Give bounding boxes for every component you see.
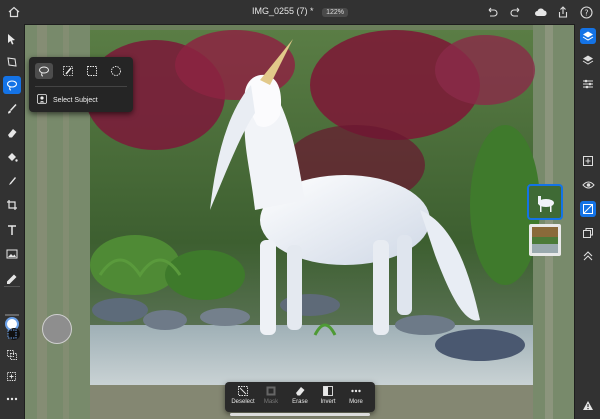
lasso-select-icon[interactable]: [35, 63, 53, 79]
select-subject-button[interactable]: Select Subject: [37, 93, 98, 107]
svg-text:?: ?: [584, 8, 588, 17]
layers-icon[interactable]: [580, 28, 596, 44]
selection-flyout: Select Subject: [29, 57, 133, 112]
fill-tool-icon[interactable]: [3, 148, 21, 166]
intersect-selection-icon[interactable]: [3, 368, 21, 386]
brush-size-slider-track[interactable]: [5, 314, 19, 316]
ellipse-select-icon[interactable]: [107, 63, 125, 79]
place-image-tool-icon[interactable]: [3, 245, 21, 263]
cloud-icon[interactable]: [533, 4, 549, 20]
home-indicator[interactable]: [230, 413, 370, 416]
more-label: More: [349, 399, 363, 405]
transform-tool-icon[interactable]: [3, 53, 21, 71]
adjustments-icon[interactable]: [580, 76, 596, 92]
left-toolbar: [0, 24, 25, 419]
task-bar: Deselect Mask Erase Invert More: [225, 382, 375, 412]
layer-thumbnail-unicorn[interactable]: [527, 184, 563, 220]
mask-button[interactable]: Mask: [257, 385, 285, 411]
mask-label: Mask: [263, 399, 279, 405]
invert-icon: [323, 386, 333, 396]
eraser-tool-icon[interactable]: [3, 124, 21, 142]
layer-thumbnail-forest[interactable]: [529, 224, 561, 256]
merge-icon[interactable]: [580, 249, 596, 265]
deselect-icon: [238, 386, 248, 396]
erase-button[interactable]: Erase: [286, 385, 314, 411]
redo-icon[interactable]: [508, 4, 524, 20]
marquee-select-icon[interactable]: [83, 63, 101, 79]
undo-icon[interactable]: [484, 4, 500, 20]
invert-label: Invert: [320, 399, 336, 405]
brush-size-knob[interactable]: [42, 314, 72, 344]
more-options-icon[interactable]: [3, 390, 21, 408]
warning-icon[interactable]: [580, 397, 596, 413]
select-subject-label: Select Subject: [53, 96, 98, 104]
help-icon[interactable]: ?: [578, 4, 594, 20]
erase-label: Erase: [292, 399, 308, 405]
zoom-level[interactable]: 122%: [322, 8, 348, 17]
more-icon: [351, 389, 361, 393]
arrange-icon[interactable]: [580, 225, 596, 241]
toolbar-divider: [4, 286, 20, 287]
top-bar: IMG_0255 (7) * 122% ?: [0, 0, 600, 25]
add-layer-icon[interactable]: [580, 153, 596, 169]
mask-icon[interactable]: [580, 201, 596, 217]
select-tool-icon[interactable]: [3, 76, 21, 94]
move-tool-icon[interactable]: [3, 30, 21, 48]
brush-tool-icon[interactable]: [3, 100, 21, 118]
person-icon: [37, 94, 47, 106]
crop-tool-icon[interactable]: [3, 196, 21, 214]
heal-tool-icon[interactable]: [3, 172, 21, 190]
deselect-label: Deselect: [231, 399, 255, 405]
invert-button[interactable]: Invert: [314, 385, 342, 411]
share-icon[interactable]: [555, 4, 571, 20]
erase-icon: [296, 387, 305, 396]
layer-properties-icon[interactable]: [580, 52, 596, 68]
visibility-icon[interactable]: [580, 177, 596, 193]
layer-stack-icon[interactable]: [3, 325, 21, 343]
type-tool-icon[interactable]: [3, 221, 21, 239]
document-title[interactable]: IMG_0255 (7) *: [252, 6, 314, 16]
flyout-divider: [35, 86, 127, 87]
mask-task-icon: [266, 386, 276, 396]
deselect-button[interactable]: Deselect: [229, 385, 257, 411]
subtract-selection-icon[interactable]: [3, 346, 21, 364]
right-toolbar: [574, 24, 600, 419]
more-button[interactable]: More: [342, 385, 370, 411]
brush-select-icon[interactable]: [59, 63, 77, 79]
